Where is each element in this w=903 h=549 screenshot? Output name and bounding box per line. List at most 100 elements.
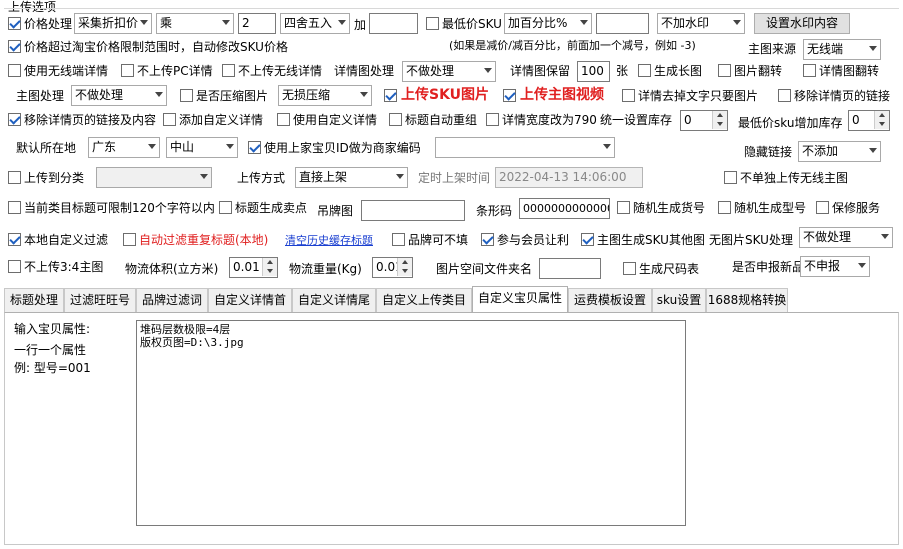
spin-up-icon[interactable]	[712, 111, 727, 120]
detail-flip-checkbox[interactable]	[803, 64, 816, 77]
hang-tag-input[interactable]	[361, 200, 465, 221]
chevron-down-icon	[140, 20, 148, 25]
tab-1688-spec[interactable]: 1688规格转换	[706, 288, 788, 312]
use-id-select[interactable]	[435, 137, 615, 158]
city-select[interactable]: 中山	[166, 137, 238, 158]
tab-title-process[interactable]: 标题处理	[4, 288, 64, 312]
tab-custom-attributes[interactable]: 自定义宝贝属性	[472, 286, 568, 312]
main-sku-checkbox[interactable]	[581, 233, 594, 246]
clear-cache-link[interactable]: 清空历史缓存标题	[285, 234, 373, 248]
auto-filter-checkbox[interactable]	[123, 233, 136, 246]
hide-link-select[interactable]: 不添加	[798, 141, 881, 162]
new-declare-label: 是否申报新品	[732, 260, 805, 274]
use-custom-detail-checkbox[interactable]	[277, 113, 290, 126]
tab-brand-filter[interactable]: 品牌过滤词	[136, 288, 208, 312]
spin-up-icon[interactable]	[397, 258, 412, 267]
member-discount-checkbox[interactable]	[481, 233, 494, 246]
chevron-down-icon	[869, 46, 877, 51]
price-limit-checkbox[interactable]	[8, 40, 21, 53]
chevron-down-icon	[360, 92, 368, 97]
random-sku-no-label: 随机生成货号	[633, 201, 706, 215]
warranty-checkbox[interactable]	[816, 201, 829, 214]
chevron-down-icon	[222, 20, 230, 25]
price-source-select[interactable]: 采集折扣价	[74, 13, 152, 34]
no-pc-detail-checkbox[interactable]	[121, 64, 134, 77]
text-only-image-label: 详情去掉文字只要图片	[638, 89, 759, 103]
operator-select[interactable]: 乘	[156, 13, 234, 34]
no-image-sku-value: 不做处理	[803, 230, 852, 244]
tab-custom-detail-tail[interactable]: 自定义详情尾	[292, 288, 376, 312]
watermark-select[interactable]: 不加水印	[657, 13, 745, 34]
remove-link-label: 移除详情页的链接	[794, 89, 891, 103]
percent-input[interactable]	[596, 13, 649, 34]
random-sku-no-checkbox[interactable]	[617, 201, 630, 214]
multiplier-input[interactable]: 2	[238, 13, 276, 34]
main-image-source-select[interactable]: 无线端	[803, 39, 881, 60]
rounding-select[interactable]: 四舍五入	[280, 13, 350, 34]
tab-custom-detail-head[interactable]: 自定义详情首	[208, 288, 292, 312]
main-image-process-select[interactable]: 不做处理	[71, 85, 167, 106]
category-select[interactable]	[96, 167, 212, 188]
folder-input[interactable]	[539, 258, 601, 279]
add-custom-detail-checkbox[interactable]	[163, 113, 176, 126]
compress-checkbox[interactable]	[180, 89, 193, 102]
set-watermark-button[interactable]: 设置水印内容	[754, 13, 850, 34]
upload-sku-image-checkbox[interactable]	[384, 89, 397, 102]
no-wireless-main-checkbox[interactable]	[724, 171, 737, 184]
attributes-textarea[interactable]: 堆码层数极限=4层 版权页图=D:\3.jpg	[136, 320, 686, 526]
spin-down-icon[interactable]	[874, 120, 889, 129]
volume-spinner[interactable]: 0.01	[229, 257, 278, 278]
wireless-detail-checkbox[interactable]	[8, 64, 21, 77]
brand-optional-checkbox[interactable]	[392, 233, 405, 246]
add-input[interactable]	[369, 13, 418, 34]
selling-point-checkbox[interactable]	[219, 201, 232, 214]
tab-filter-wangwang[interactable]: 过滤旺旺号	[64, 288, 136, 312]
no-wireless-main-label: 不单独上传无线主图	[740, 171, 849, 185]
price-process-checkbox[interactable]	[8, 17, 21, 30]
group-title: 上传选项	[8, 0, 57, 14]
remove-link-checkbox[interactable]	[778, 89, 791, 102]
min-price-stock-spinner[interactable]: 0	[848, 110, 890, 131]
upload-video-checkbox[interactable]	[503, 89, 516, 102]
schedule-time-input[interactable]: 2022-04-13 14:06:00	[495, 167, 643, 188]
use-id-checkbox[interactable]	[248, 141, 261, 154]
tab-freight-template[interactable]: 运费模板设置	[568, 288, 652, 312]
no-34-main-checkbox[interactable]	[8, 260, 21, 273]
upload-category-checkbox[interactable]	[8, 171, 21, 184]
detail-flip-label: 详情图翻转	[819, 64, 880, 78]
province-select[interactable]: 广东	[88, 137, 160, 158]
tab-sku-settings[interactable]: sku设置	[652, 288, 706, 312]
long-image-checkbox[interactable]	[638, 64, 651, 77]
weight-spinner[interactable]: 0.01	[372, 257, 413, 278]
no-image-sku-select[interactable]: 不做处理	[799, 227, 893, 248]
new-declare-select[interactable]: 不申报	[800, 256, 870, 277]
title-120-checkbox[interactable]	[8, 201, 21, 214]
detail-keep-label: 详情图保留	[510, 64, 571, 78]
no-wireless-detail-checkbox[interactable]	[222, 64, 235, 77]
spin-up-icon[interactable]	[262, 258, 277, 267]
image-flip-checkbox[interactable]	[718, 64, 731, 77]
chevron-down-icon	[396, 174, 404, 179]
compress-select[interactable]: 无损压缩	[278, 85, 372, 106]
percent-select[interactable]: 加百分比%	[504, 13, 592, 34]
random-model-checkbox[interactable]	[718, 201, 731, 214]
min-price-sku-checkbox[interactable]	[426, 17, 439, 30]
stock-label: 统一设置库存	[600, 113, 673, 127]
stock-spinner[interactable]: 0	[680, 110, 728, 131]
spin-down-icon[interactable]	[397, 267, 412, 276]
auto-title-checkbox[interactable]	[389, 113, 402, 126]
remove-link-content-checkbox[interactable]	[8, 113, 21, 126]
tab-custom-category[interactable]: 自定义上传类目	[376, 288, 472, 312]
detail-image-process-select[interactable]: 不做处理	[402, 61, 496, 82]
spin-up-icon[interactable]	[874, 111, 889, 120]
text-only-image-checkbox[interactable]	[622, 89, 635, 102]
upload-mode-select[interactable]: 直接上架	[295, 167, 408, 188]
detail-keep-input[interactable]: 100	[577, 61, 610, 82]
size-chart-checkbox[interactable]	[623, 262, 636, 275]
spin-down-icon[interactable]	[262, 267, 277, 276]
local-filter-checkbox[interactable]	[8, 233, 21, 246]
detail-width-checkbox[interactable]	[486, 113, 499, 126]
schedule-time-label: 定时上架时间	[418, 171, 491, 185]
barcode-input[interactable]: 0000000000000	[519, 198, 610, 219]
spin-down-icon[interactable]	[712, 120, 727, 129]
